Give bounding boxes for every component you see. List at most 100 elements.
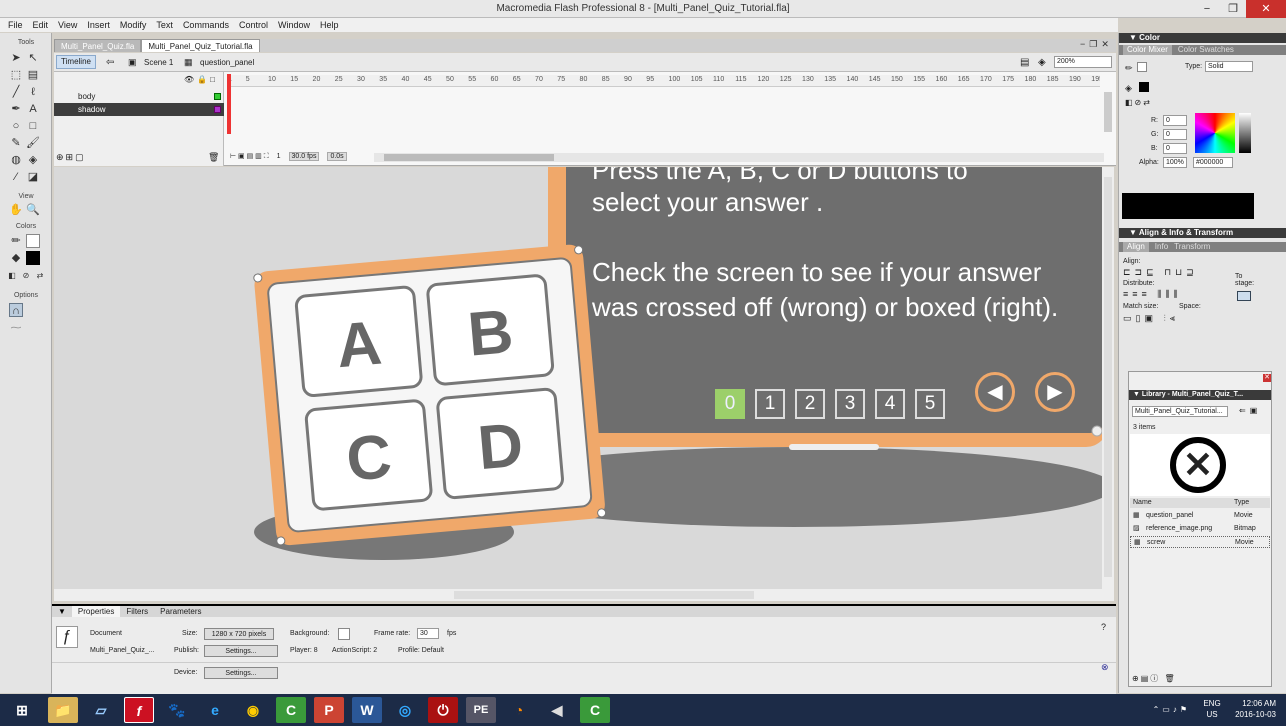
help-icon[interactable]: ? [1101,622,1106,632]
powerpoint-app-icon[interactable]: P [314,697,344,723]
frame-number[interactable]: 130 [802,76,814,83]
frame-number[interactable]: 15 [290,76,298,83]
ink-bottle-tool-icon[interactable]: ◍ [9,153,23,167]
eraser-tool-icon[interactable]: ◪ [26,170,40,184]
oval-tool-icon[interactable]: ○ [9,119,23,133]
blender-app-icon[interactable]: ◔ [504,697,534,723]
fill-color-icon[interactable]: ◆ [9,251,23,265]
no-color-icon[interactable]: ⊘ [19,269,33,283]
eyedropper-tool-icon[interactable]: ⁄ [9,170,23,184]
page-button-5[interactable]: 5 [915,389,945,419]
pencil-tool-icon[interactable]: ✎ [9,136,23,150]
publish-settings-button[interactable]: Settings... [204,645,278,657]
library-doc-select[interactable]: Multi_Panel_Quiz_Tutorial... [1132,406,1228,417]
flash-app-icon[interactable]: f [124,697,154,723]
fill-swatch[interactable] [26,251,40,265]
language-indicator[interactable]: ENG US [1198,698,1226,720]
frame-number[interactable]: 170 [980,76,992,83]
layer-visibility-icons[interactable]: 👁🔒□ [184,75,218,84]
stage-vscroll[interactable] [1102,167,1114,589]
page-button-1[interactable]: 1 [755,389,785,419]
layer-body[interactable]: body [54,90,224,103]
frame-number[interactable]: 125 [780,76,792,83]
device-settings-button[interactable]: Settings... [204,667,278,679]
zoom-select[interactable]: 200% [1054,56,1112,68]
doc-tab-tutorial[interactable]: Multi_Panel_Quiz_Tutorial.fla [141,39,260,52]
frame-number[interactable]: 20 [313,76,321,83]
frame-number[interactable]: 25 [335,76,343,83]
library-close-icon[interactable]: ✕ [1263,374,1271,382]
file-explorer-icon[interactable]: 📁 [48,697,78,723]
tray-icons[interactable]: ⌃▭♪⚑ [1153,704,1190,715]
frame-number[interactable]: 145 [869,76,881,83]
frame-number[interactable]: 190 [1069,76,1081,83]
timeline-vscroll[interactable] [1104,92,1112,132]
frame-number[interactable]: 50 [446,76,454,83]
frame-number[interactable]: 5 [246,76,250,83]
stage-hscroll[interactable] [54,589,1114,601]
frame-number[interactable]: 140 [847,76,859,83]
frame-number[interactable]: 40 [402,76,410,83]
frame-number[interactable]: 90 [624,76,632,83]
menu-window[interactable]: Window [278,18,310,32]
menu-control[interactable]: Control [239,18,268,32]
frame-number[interactable]: 110 [713,76,724,83]
unity-app-icon[interactable]: ◀ [542,697,572,723]
arrow-tool-icon[interactable]: ➤ [9,51,23,65]
frame-number[interactable]: 185 [1047,76,1059,83]
camtasia-recorder-icon[interactable]: C [580,697,610,723]
chrome-browser-icon[interactable]: ◉ [238,697,268,723]
library-item[interactable]: ▦ screw Movie [1130,536,1270,548]
tab-info[interactable]: Info [1155,242,1168,252]
restore-button[interactable]: ❐ [1220,0,1246,18]
menu-insert[interactable]: Insert [87,18,110,32]
mixer-fill-swatch[interactable] [1139,82,1149,92]
page-button-3[interactable]: 3 [835,389,865,419]
line-tool-icon[interactable]: ╱ [9,85,23,99]
magnet-option-icon[interactable]: ∩ [9,303,23,317]
back-arrow-icon[interactable]: ⇦ [106,57,114,68]
folder-app-icon[interactable]: ▱ [86,697,116,723]
frame-number[interactable]: 55 [468,76,476,83]
mixer-stroke-swatch[interactable] [1137,62,1147,72]
match-size-icons[interactable]: ▭▯▣ ⫶⫷ [1123,313,1179,324]
hex-input[interactable]: #000000 [1193,157,1233,168]
onion-skin-icons[interactable]: ⊢ ▣ ▤ ▥ ⛶ [230,152,269,161]
accessibility-icon[interactable]: ⊗ [1101,662,1109,673]
frame-number[interactable]: 85 [602,76,610,83]
word-app-icon[interactable]: W [352,697,382,723]
circle-app-icon[interactable]: ◎ [390,697,420,723]
close-button[interactable]: ✕ [1246,0,1286,18]
frame-number[interactable]: 105 [691,76,703,83]
color-panel-header[interactable]: ▼ Color [1119,33,1286,43]
stroke-pencil-icon[interactable]: ✏ [1125,63,1133,74]
to-stage-toggle[interactable] [1237,291,1251,301]
minimize-button[interactable]: − [1194,0,1220,18]
distribute-buttons-icon[interactable]: ≡≡≡ ⫼⫼⫼ [1123,289,1182,300]
frame-number[interactable]: 165 [958,76,970,83]
gradient-tool-icon[interactable]: ▤ [26,68,40,82]
layer-shadow[interactable]: shadow [54,103,224,116]
ie-browser-icon[interactable]: e [200,697,230,723]
library-pin-icons[interactable]: ⇐▣ [1239,406,1261,415]
frame-number[interactable]: 10 [268,76,276,83]
rectangle-tool-icon[interactable]: □ [26,119,40,133]
frame-number[interactable]: 120 [758,76,770,83]
frame-number[interactable]: 175 [1002,76,1014,83]
color-spectrum[interactable] [1195,113,1235,153]
frame-number[interactable]: 35 [379,76,387,83]
frame-number[interactable]: 115 [735,76,746,83]
zoom-tool-icon[interactable]: 🔍 [26,203,40,217]
stroke-color-icon[interactable]: ✏ [9,234,23,248]
frame-number[interactable]: 75 [557,76,565,83]
free-transform-tool-icon[interactable]: ⬚ [9,68,23,82]
hand-tool-icon[interactable]: ✋ [9,203,23,217]
smooth-option-icon[interactable]: ⁓ [9,321,23,335]
frame-rate[interactable]: 30.0 fps [288,152,320,161]
tab-align[interactable]: Align [1123,242,1149,252]
doc-tab-quiz[interactable]: Multi_Panel_Quiz.fla [54,39,142,52]
paint-bucket-tool-icon[interactable]: ◈ [26,153,40,167]
menu-modify[interactable]: Modify [120,18,147,32]
paw-app-icon[interactable]: 🐾 [162,697,192,723]
prev-arrow-icon[interactable]: ◀ [975,372,1015,412]
